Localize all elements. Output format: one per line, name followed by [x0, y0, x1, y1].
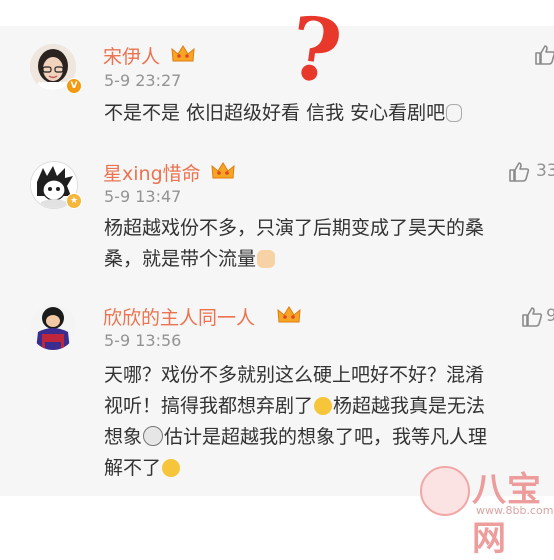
comment-line: 杨超越戏份不多，只演了后期变成了昊天的桑: [104, 217, 485, 239]
thumb-up-icon[interactable]: [534, 44, 554, 66]
emoji-icon: [446, 104, 463, 122]
comment-time: 5-9 13:56: [104, 331, 182, 350]
comment-line: 解不了: [104, 457, 162, 479]
comment-text: 不是不是 依旧超级好看 信我 安心看剧吧: [104, 98, 463, 129]
comment-time: 5-9 13:47: [104, 187, 182, 206]
comment-line: 桑，就是带个流量: [104, 248, 257, 270]
emoji-icon: [162, 459, 181, 477]
crown-icon: [171, 45, 195, 62]
crown-icon: [211, 162, 235, 179]
comment-line: 想象: [104, 426, 143, 448]
username[interactable]: 星xing惜命: [103, 159, 201, 186]
comment-line: 视听！搞得我都想弃剧了: [104, 395, 314, 417]
emoji-icon: [257, 250, 276, 268]
comment-line: 杨超越我真是无法: [333, 395, 486, 417]
comment-line: 不是不是 依旧超级好看 信我 安心看剧吧: [104, 102, 446, 124]
watermark-url: www.8bb.com: [476, 504, 554, 517]
thumb-up-icon[interactable]: [508, 161, 530, 183]
crown-icon: [277, 306, 301, 323]
avatar[interactable]: [30, 304, 76, 350]
comment-time: 5-9 23:27: [104, 71, 182, 90]
like-count: 9: [546, 306, 554, 326]
comment-list: V 宋伊人 5-9 23:27 不是不是 依旧超级好看 信我 安心看剧吧 ★ 星…: [0, 26, 554, 496]
verified-badge-icon: ★: [66, 193, 82, 209]
comment-text: 杨超越戏份不多，只演了后期变成了昊天的桑 桑，就是带个流量: [104, 213, 484, 275]
username[interactable]: 宋伊人: [103, 42, 160, 69]
emoji-icon: [143, 426, 164, 446]
top-margin: [0, 0, 554, 26]
username[interactable]: 欣欣的主人同一人: [103, 303, 255, 330]
watermark-logo: 八宝网 www.8bb.com: [420, 452, 554, 559]
thumb-up-icon[interactable]: [521, 306, 543, 328]
baby-face-icon: [420, 466, 470, 516]
emoji-icon: [314, 397, 333, 415]
verified-badge-icon: V: [66, 78, 82, 94]
comment-line: 估计是超越我的想象了吧，我等凡人理: [164, 426, 488, 448]
comment-line: 天哪？戏份不多就别这么硬上吧好不好？混淆: [104, 364, 485, 386]
like-count: 33: [536, 161, 554, 181]
